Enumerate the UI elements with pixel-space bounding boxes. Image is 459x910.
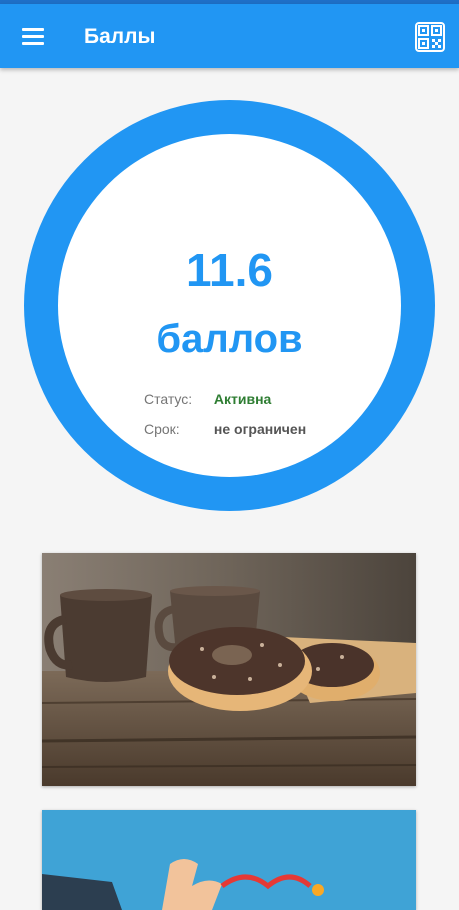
- promo-card-coffee-donuts[interactable]: [42, 553, 416, 786]
- term-row: Срок: не ограничен: [144, 420, 306, 438]
- status-badge: Активна: [213, 391, 272, 407]
- status-label: Статус:: [144, 391, 193, 407]
- term-label: Срок:: [144, 421, 180, 437]
- promo-image-banner: [42, 810, 416, 910]
- term-value: не ограничен: [213, 421, 307, 437]
- status-row: Статус: Активна: [144, 390, 271, 408]
- points-unit: баллов: [156, 317, 303, 361]
- promo-image-coffee-donuts: [42, 553, 416, 786]
- points-circle: 11.6 баллов Статус: Активна Срок: не огр…: [58, 134, 401, 477]
- page-title: Баллы: [84, 25, 156, 48]
- promo-card-banner[interactable]: [42, 810, 416, 910]
- qr-code-icon[interactable]: [413, 20, 447, 54]
- menu-icon[interactable]: [14, 20, 52, 52]
- points-ring: 11.6 баллов Статус: Активна Срок: не огр…: [24, 100, 435, 511]
- points-value: 11.6: [186, 244, 273, 296]
- app-bar: Баллы: [0, 4, 459, 68]
